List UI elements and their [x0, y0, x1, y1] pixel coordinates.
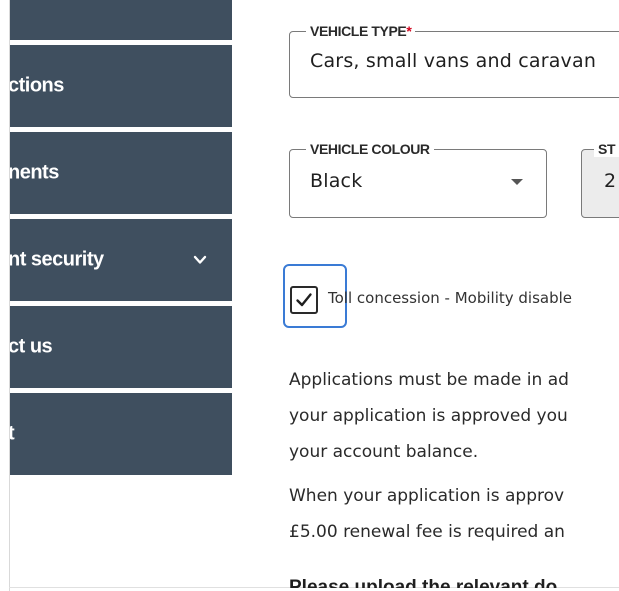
state-field-label: ST	[594, 141, 619, 157]
sidebar-item-payments[interactable]: nents	[10, 132, 232, 214]
sidebar-item-0[interactable]	[10, 0, 232, 40]
sidebar-item-label: ctions	[10, 74, 64, 97]
sidebar-nav: ctions nents nt security ct us t	[10, 0, 232, 475]
sidebar-item-account-security[interactable]: nt security	[10, 219, 232, 301]
vehicle-type-select[interactable]: VEHICLE TYPE* Cars, small vans and carav…	[289, 23, 619, 98]
sidebar-item-label: nents	[10, 161, 59, 184]
sidebar-item-label: t	[10, 422, 15, 445]
sidebar-item-label: nt security	[10, 248, 104, 271]
upload-heading: Please upload the relevant do	[289, 577, 558, 588]
state-field-value: 2	[604, 170, 617, 192]
sidebar-item-contact-us[interactable]: ct us	[10, 306, 232, 388]
toll-concession-checkbox[interactable]	[290, 286, 318, 314]
paragraph-line: £5.00 renewal fee is required an	[289, 522, 565, 542]
sidebar-item-transactions[interactable]: ctions	[10, 45, 232, 127]
vehicle-colour-select[interactable]: VEHICLE COLOUR Black	[289, 141, 547, 218]
chevron-down-icon	[511, 179, 523, 185]
vehicle-colour-label: VEHICLE COLOUR	[306, 141, 434, 157]
paragraph-line: your application is approved you	[289, 406, 568, 426]
sidebar-item-label: ct us	[10, 335, 53, 358]
vehicle-type-label: VEHICLE TYPE*	[306, 23, 416, 39]
toll-concession-label[interactable]: Toll concession - Mobility disable	[328, 289, 572, 307]
checkmark-icon	[296, 293, 312, 307]
sidebar-item-logout[interactable]: t	[10, 393, 232, 475]
paragraph-line: Applications must be made in ad	[289, 370, 569, 390]
paragraph-line: When your application is approv	[289, 486, 565, 506]
chevron-down-icon	[193, 255, 207, 264]
required-marker: *	[406, 23, 412, 39]
state-field[interactable]: ST 2	[581, 141, 619, 218]
vehicle-colour-value: Black	[310, 170, 363, 192]
paragraph-line: your account balance.	[289, 442, 479, 462]
info-paragraph-1: Applications must be made in ad your app…	[289, 362, 569, 470]
vehicle-type-value: Cars, small vans and caravan	[310, 50, 597, 72]
info-paragraph-2: When your application is approv £5.00 re…	[289, 478, 565, 550]
